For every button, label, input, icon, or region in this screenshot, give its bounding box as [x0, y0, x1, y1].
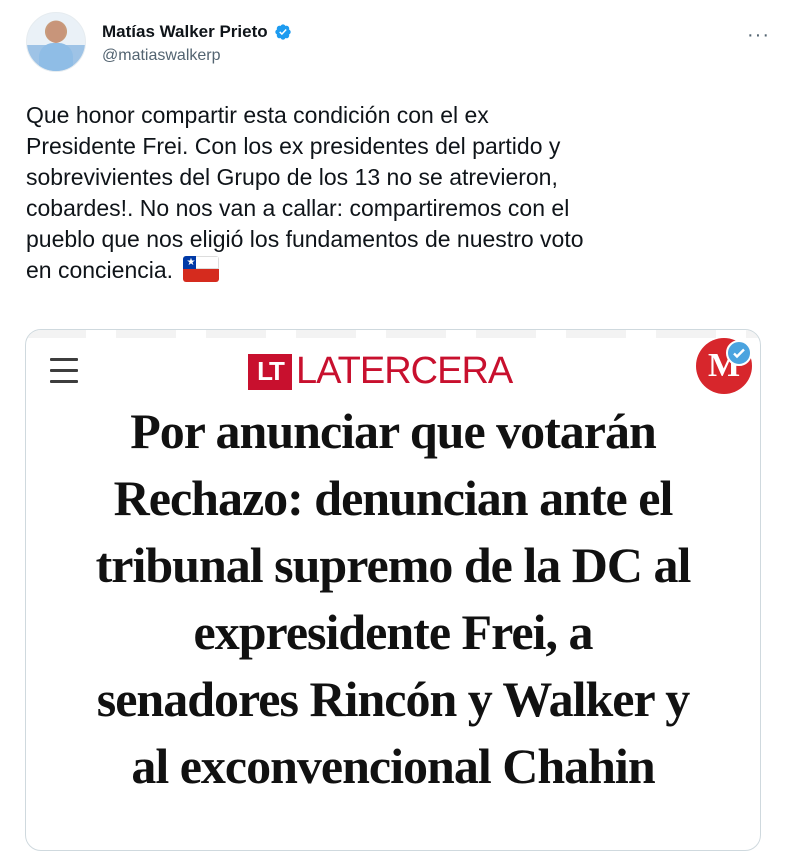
name-row: Matías Walker Prieto	[102, 22, 292, 42]
tweet-header: Matías Walker Prieto @matiaswalkerp ···	[26, 12, 780, 78]
headline-line: al exconvencional Chahin	[131, 738, 655, 794]
author-handle[interactable]: @matiaswalkerp	[102, 47, 221, 65]
logo-mark: LT	[248, 353, 292, 390]
author-name[interactable]: Matías Walker Prieto	[102, 22, 268, 42]
media-card[interactable]: LT LATERCERA M Por anunciar que votarán …	[25, 329, 761, 851]
verified-badge-icon	[274, 24, 291, 40]
badge-check-icon	[726, 340, 752, 366]
avatar[interactable]	[26, 12, 86, 72]
logo-text: LATERCERA	[296, 350, 513, 392]
tweet[interactable]: Matías Walker Prieto @matiaswalkerp ··· …	[0, 0, 800, 851]
headline-line: expresidente Frei, a	[193, 604, 594, 660]
hamburger-menu-icon	[50, 358, 78, 384]
headline-line: Rechazo: denuncian ante el	[113, 470, 674, 526]
avatar-shirt	[39, 43, 73, 71]
card-top-strip	[26, 330, 760, 338]
headline-line: senadores Rincón y Walker y	[96, 671, 691, 727]
headline-line: Por anunciar que votarán	[130, 403, 657, 459]
tweet-body: Que honor compartir esta condición con e…	[26, 102, 584, 283]
la-tercera-logo: LT LATERCERA	[248, 350, 513, 393]
headline-line: tribunal supremo de la DC al	[95, 537, 692, 593]
avatar-head	[47, 21, 65, 43]
more-horizontal-icon[interactable]: ···	[747, 24, 770, 47]
article-headline: Por anunciar que votarán Rechazo: denunc…	[26, 398, 760, 800]
tweet-text: Que honor compartir esta condición con e…	[26, 100, 776, 286]
m-badge-icon: M	[696, 338, 752, 394]
chile-flag-icon: ★	[183, 256, 220, 282]
